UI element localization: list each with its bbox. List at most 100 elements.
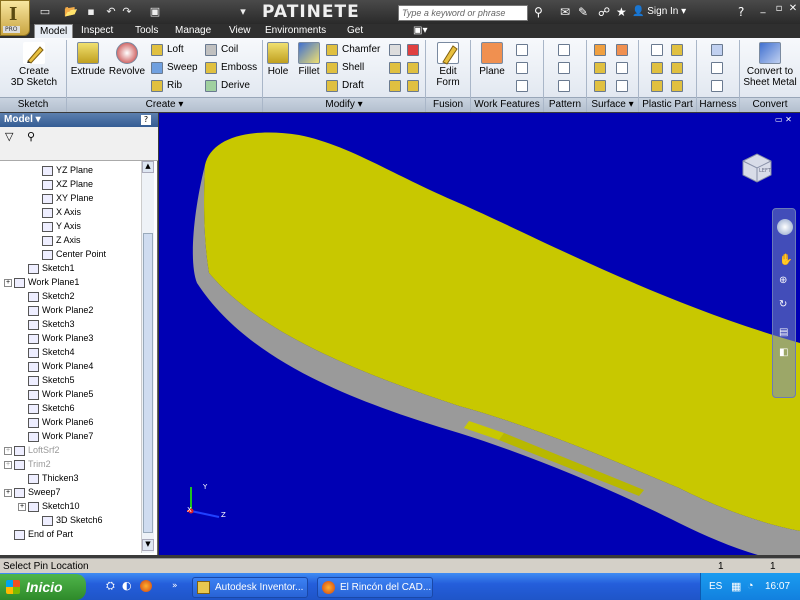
browser-node[interactable]: 3D Sketch6 xyxy=(4,513,140,527)
restore-button[interactable]: ▫ xyxy=(772,3,786,15)
browser-node[interactable]: Sketch6 xyxy=(4,401,140,415)
help-icon[interactable]: ? xyxy=(738,5,744,19)
browser-node[interactable]: XZ Plane xyxy=(4,177,140,191)
quicklaunch-expand-icon[interactable]: » xyxy=(172,581,178,591)
browser-node[interactable]: + Trim2 xyxy=(4,457,140,471)
hole-button[interactable]: Hole xyxy=(264,40,292,77)
select-icon[interactable]: ▣ xyxy=(148,5,162,19)
language-indicator[interactable]: ES xyxy=(709,581,722,592)
plastic-part-panel-label[interactable]: Plastic Part xyxy=(639,97,696,112)
browser-scrollbar[interactable]: ▲ ▼ xyxy=(141,161,154,553)
convert-panel-label[interactable]: Convert xyxy=(740,97,800,112)
browser-node[interactable]: Center Point xyxy=(4,247,140,261)
axis-icon[interactable] xyxy=(516,44,528,56)
scroll-down-arrow[interactable]: ▼ xyxy=(142,539,154,551)
expand-icon[interactable]: + xyxy=(4,278,12,287)
browser-node[interactable]: Work Plane2 xyxy=(4,303,140,317)
minimize-button[interactable]: _ xyxy=(756,3,770,15)
undo-icon[interactable]: ↶ xyxy=(104,5,118,19)
tab-inspect[interactable]: Inspect xyxy=(76,24,118,38)
mirror-icon[interactable] xyxy=(558,80,570,92)
quicklaunch-show-desktop-icon[interactable]: ⛭ xyxy=(106,579,115,593)
taskbar-item-inventor[interactable]: Autodesk Inventor... xyxy=(192,577,308,598)
pan-hand-icon[interactable]: ✋ xyxy=(779,253,793,266)
ucs-icon[interactable] xyxy=(516,80,528,92)
lip-icon[interactable] xyxy=(671,80,683,92)
browser-node[interactable]: Work Plane6 xyxy=(4,415,140,429)
rectangular-pattern-icon[interactable] xyxy=(558,44,570,56)
favorites-star-icon[interactable]: ★ xyxy=(616,5,627,19)
expand-icon[interactable]: + xyxy=(4,488,12,497)
create-panel-label[interactable]: Create ▾ xyxy=(67,97,262,112)
work-features-panel-label[interactable]: Work Features xyxy=(471,97,543,112)
tab-tools[interactable]: Tools xyxy=(130,24,163,38)
redo-icon[interactable]: ↷ xyxy=(120,5,134,19)
harness-panel-label[interactable]: Harness xyxy=(697,97,739,112)
view-face-icon[interactable]: ◧ xyxy=(779,347,788,358)
search-binoculars-icon[interactable]: ⚲ xyxy=(534,5,543,19)
browser-node[interactable]: Sketch4 xyxy=(4,345,140,359)
browser-node[interactable]: Work Plane5 xyxy=(4,387,140,401)
convert-to-sheet-metal-button[interactable]: Convert to Sheet Metal xyxy=(741,40,799,88)
taskbar-item-firefox[interactable]: El Rincón del CAD... xyxy=(317,577,433,598)
quick-access-dropdown-icon[interactable]: ▾ xyxy=(236,5,250,19)
application-menu-button[interactable]: I PRO xyxy=(0,0,30,36)
steering-wheel-icon[interactable] xyxy=(777,219,793,235)
replace-face-icon[interactable] xyxy=(407,62,419,74)
tab-model[interactable]: Model xyxy=(34,24,74,38)
move-face-icon[interactable] xyxy=(389,80,401,92)
extend-icon[interactable] xyxy=(616,62,628,74)
browser-node[interactable]: + Sweep7 xyxy=(4,485,140,499)
split-icon[interactable] xyxy=(389,44,401,56)
thicken-icon[interactable] xyxy=(407,44,419,56)
filter-icon[interactable]: ▽ xyxy=(5,130,13,143)
fillet-button[interactable]: Fillet xyxy=(294,40,324,77)
quicklaunch-firefox-icon[interactable] xyxy=(140,580,152,592)
snap-fit-icon[interactable] xyxy=(671,44,683,56)
network-icon[interactable]: ▦ xyxy=(731,580,741,593)
sketch-panel-label[interactable]: Sketch xyxy=(0,97,66,112)
sign-in-link[interactable]: 👤 Sign In ▾ xyxy=(632,6,686,17)
boss-icon[interactable] xyxy=(651,62,663,74)
browser-node[interactable]: XY Plane xyxy=(4,191,140,205)
draft-button[interactable]: Draft xyxy=(326,79,384,93)
stitch-icon[interactable] xyxy=(594,44,606,56)
rule-fillet-icon[interactable] xyxy=(671,62,683,74)
browser-node[interactable]: YZ Plane xyxy=(4,163,140,177)
harness-wire-icon[interactable] xyxy=(711,62,723,74)
open-icon[interactable]: 📂 xyxy=(64,5,78,19)
browser-node[interactable]: Work Plane7 xyxy=(4,429,140,443)
harness-icon[interactable] xyxy=(711,44,723,56)
zoom-icon[interactable]: ⊕ xyxy=(779,275,787,286)
loft-button[interactable]: Loft xyxy=(151,43,201,57)
quicklaunch-explorer-icon[interactable]: ◐ xyxy=(122,579,132,592)
volume-icon[interactable]: ◔ xyxy=(747,580,754,592)
browser-node[interactable]: X Axis xyxy=(4,205,140,219)
coil-button[interactable]: Coil xyxy=(205,43,260,57)
shell-button[interactable]: Shell xyxy=(326,61,384,75)
sweep-button[interactable]: Sweep xyxy=(151,61,201,75)
modify-panel-label[interactable]: Modify ▾ xyxy=(263,97,425,112)
graphics-viewport[interactable]: LEFT ▭ ✕ ✋ ⊕ ↻ ▤ ◧ Y X Z xyxy=(159,113,800,555)
create-3d-sketch-button[interactable]: Create 3D Sketch xyxy=(4,40,64,88)
browser-node[interactable]: + LoftSrf2 xyxy=(4,443,140,457)
patch-icon[interactable] xyxy=(594,80,606,92)
browser-help-icon[interactable]: ? xyxy=(141,115,151,125)
scooter-deck-model[interactable] xyxy=(159,113,800,555)
grill-icon[interactable] xyxy=(651,44,663,56)
combine-icon[interactable] xyxy=(389,62,401,74)
browser-node[interactable]: + Work Plane1 xyxy=(4,275,140,289)
harness-segment-icon[interactable] xyxy=(711,80,723,92)
pattern-panel-label[interactable]: Pattern xyxy=(544,97,586,112)
ribbon-options-icon[interactable]: ▣▾ xyxy=(408,24,432,38)
search-input[interactable]: Type a keyword or phrase xyxy=(398,5,528,21)
extrude-button[interactable]: Extrude xyxy=(70,40,106,77)
chamfer-button[interactable]: Chamfer xyxy=(326,43,384,57)
start-button[interactable]: Inicio xyxy=(0,574,86,600)
point-icon[interactable] xyxy=(516,62,528,74)
delete-face-icon[interactable] xyxy=(407,80,419,92)
circular-pattern-icon[interactable] xyxy=(558,62,570,74)
tab-manage[interactable]: Manage xyxy=(170,24,216,38)
expand-icon[interactable]: + xyxy=(4,460,12,469)
browser-node[interactable]: Y Axis xyxy=(4,219,140,233)
